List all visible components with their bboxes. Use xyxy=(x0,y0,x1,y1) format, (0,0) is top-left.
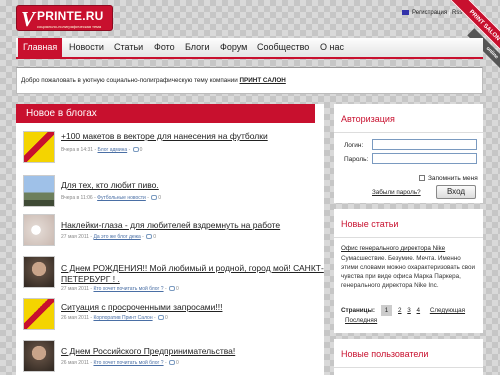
auth-heading: Авторизация xyxy=(341,114,395,124)
post-meta: 26 мая 2011 - Кто хочет почитать мой бло… xyxy=(61,360,179,366)
welcome-text: Добро пожаловать в уютную социально-поли… xyxy=(21,77,286,84)
comment-count: 0 xyxy=(139,147,143,153)
post-date: 26 мая 2011 - xyxy=(61,315,94,321)
post-thumbnail[interactable] xyxy=(23,256,55,288)
post-title-link[interactable]: Наклейки-глаза - для любителей вздремнут… xyxy=(61,220,280,230)
post-date: 27 мая 2011 - xyxy=(61,234,94,240)
nav-blogs[interactable]: Блоги xyxy=(185,38,209,57)
comment-icon xyxy=(146,234,153,240)
post-meta: Вчера в 11:06 - Футбольные новости - 0 xyxy=(61,195,162,201)
comment-count: 0 xyxy=(176,360,179,366)
auth-panel: Авторизация Логин: Пароль: Запомнить мен… xyxy=(334,104,483,203)
article-excerpt: Сумасшествие. Безумие. Мечта. Именно эти… xyxy=(341,255,476,289)
comment-icon xyxy=(169,360,176,366)
comment-count: 0 xyxy=(176,286,179,292)
post-title-link[interactable]: Для тех, кто любит пиво. xyxy=(61,180,159,190)
blog-post: С Днем РОЖДЕНИЯ!! Мой любимый и родной, … xyxy=(23,256,324,296)
password-input[interactable] xyxy=(372,153,477,164)
comment-icon xyxy=(169,286,176,292)
articles-heading: Новые статьи xyxy=(341,219,399,229)
pages-label: Страницы: xyxy=(341,307,375,314)
post-date: Вчера в 11:06 - xyxy=(61,195,98,201)
comment-count: 0 xyxy=(158,195,162,201)
login-label: Логин: xyxy=(344,142,364,149)
divider xyxy=(334,367,483,368)
post-thumbnail[interactable] xyxy=(23,175,55,207)
blog-post: С Днем Российского Предпринимательства! … xyxy=(23,340,323,375)
post-title-link[interactable]: С Днем Российского Предпринимательства! xyxy=(61,346,235,356)
nav-about[interactable]: О нас xyxy=(320,38,344,57)
logo-letter: V xyxy=(21,7,36,31)
next-page-link[interactable]: Следующая xyxy=(430,307,465,314)
divider xyxy=(334,237,483,238)
post-thumbnail[interactable] xyxy=(23,340,55,372)
post-title-link[interactable]: С Днем РОЖДЕНИЯ!! Мой любимый и родной, … xyxy=(61,263,324,273)
blogs-heading: Новое в блогах xyxy=(16,104,315,123)
logo-tagline: социально-полиграфическая тема xyxy=(37,24,102,29)
divider xyxy=(334,132,483,133)
post-date: 27 мая 2011 - xyxy=(61,286,94,292)
post-title-link[interactable]: +100 макетов в векторе для нанесения на … xyxy=(61,131,268,141)
nav-forum[interactable]: Форум xyxy=(220,38,247,57)
forgot-password-link[interactable]: Забыли пароль? xyxy=(372,189,421,196)
pagination: Страницы: 1 2 3 4 Следующая xyxy=(341,305,465,316)
post-thumbnail[interactable] xyxy=(23,298,55,330)
comment-icon xyxy=(158,315,165,321)
post-blog-link[interactable]: Кто хочет почитать мой блог ? xyxy=(93,360,163,366)
blog-post: Для тех, кто любит пиво. Вчера в 11:06 -… xyxy=(23,175,323,215)
post-meta: 27 мая 2011 - Кто хочет почитать мой бло… xyxy=(61,286,179,292)
last-page-link[interactable]: Последняя xyxy=(345,317,377,324)
post-blog-link[interactable]: Блог админа xyxy=(98,147,128,153)
post-blog-link[interactable]: Да это же блог дежа xyxy=(93,234,140,240)
remember-label: Запомнить меня xyxy=(428,175,478,182)
top-links: Регистрация | Rss xyxy=(402,10,462,16)
page-current: 1 xyxy=(380,305,393,316)
blogs-panel: Новое в блогах +100 макетов в векторе дл… xyxy=(16,104,324,375)
post-meta: 26 мая 2011 - Корпоратив Принт Салон - 0 xyxy=(61,315,168,321)
password-label: Пароль: xyxy=(344,156,369,163)
post-date: 26 мая 2011 - xyxy=(61,360,94,366)
post-date: Вчера в 14:31 - xyxy=(61,147,98,153)
remember-checkbox[interactable] xyxy=(419,175,425,181)
nav-home[interactable]: Главная xyxy=(18,38,63,57)
flag-icon xyxy=(402,10,409,15)
comment-count: 0 xyxy=(153,234,156,240)
post-blog-link[interactable]: Корпоратив Принт Салон xyxy=(93,315,152,321)
nav-articles[interactable]: Статьи xyxy=(114,38,143,57)
login-input[interactable] xyxy=(372,139,477,150)
post-meta: Вчера в 14:31 - Блог админа - 0 xyxy=(61,147,143,153)
blog-post: Наклейки-глаза - для любителей вздремнут… xyxy=(23,214,323,254)
comment-icon xyxy=(132,147,139,153)
main-nav: Главная Новости Статьи Фото Блоги Форум … xyxy=(16,38,483,59)
post-thumbnail[interactable] xyxy=(23,131,55,163)
article-title-link[interactable]: Офис генерального директора Nike xyxy=(341,245,445,252)
comment-icon xyxy=(151,195,158,201)
nav-community[interactable]: Сообщество xyxy=(257,38,309,57)
post-title-link-cont[interactable]: ПЕТЕРБУРГ ! . xyxy=(61,274,120,284)
blog-post: +100 макетов в векторе для нанесения на … xyxy=(23,131,323,171)
comment-count: 0 xyxy=(165,315,168,321)
site-header: V PRINTE.RU социально-полиграфическая те… xyxy=(0,0,500,36)
page-link[interactable]: 4 xyxy=(417,307,421,314)
welcome-banner: Добро пожаловать в уютную социально-поли… xyxy=(16,67,483,94)
blog-post: Ситуация с просроченными запросами!!! 26… xyxy=(23,298,323,338)
post-meta: 27 мая 2011 - Да это же блог дежа - 0 xyxy=(61,234,156,240)
articles-panel: Новые статьи Офис генерального директора… xyxy=(334,209,483,333)
welcome-message: Добро пожаловать в уютную социально-поли… xyxy=(21,77,240,84)
post-blog-link[interactable]: Футбольные новости xyxy=(97,195,146,201)
post-blog-link[interactable]: Кто хочет почитать мой блог ? xyxy=(93,286,163,292)
page-link[interactable]: 2 xyxy=(398,307,402,314)
nav-news[interactable]: Новости xyxy=(69,38,104,57)
users-panel: Новые пользователи xyxy=(334,339,483,375)
nav-photo[interactable]: Фото xyxy=(154,38,175,57)
post-thumbnail[interactable] xyxy=(23,214,55,246)
users-heading: Новые пользователи xyxy=(341,349,429,359)
page-link[interactable]: 3 xyxy=(407,307,411,314)
login-button[interactable]: Вход xyxy=(436,185,476,199)
print-salon-link[interactable]: ПРИНТ САЛОН xyxy=(240,77,286,84)
site-logo[interactable]: V PRINTE.RU социально-полиграфическая те… xyxy=(16,5,113,31)
post-title-link[interactable]: Ситуация с просроченными запросами!!! xyxy=(61,302,222,312)
register-link[interactable]: Регистрация xyxy=(412,10,447,16)
logo-name: PRINTE.RU xyxy=(37,9,104,23)
